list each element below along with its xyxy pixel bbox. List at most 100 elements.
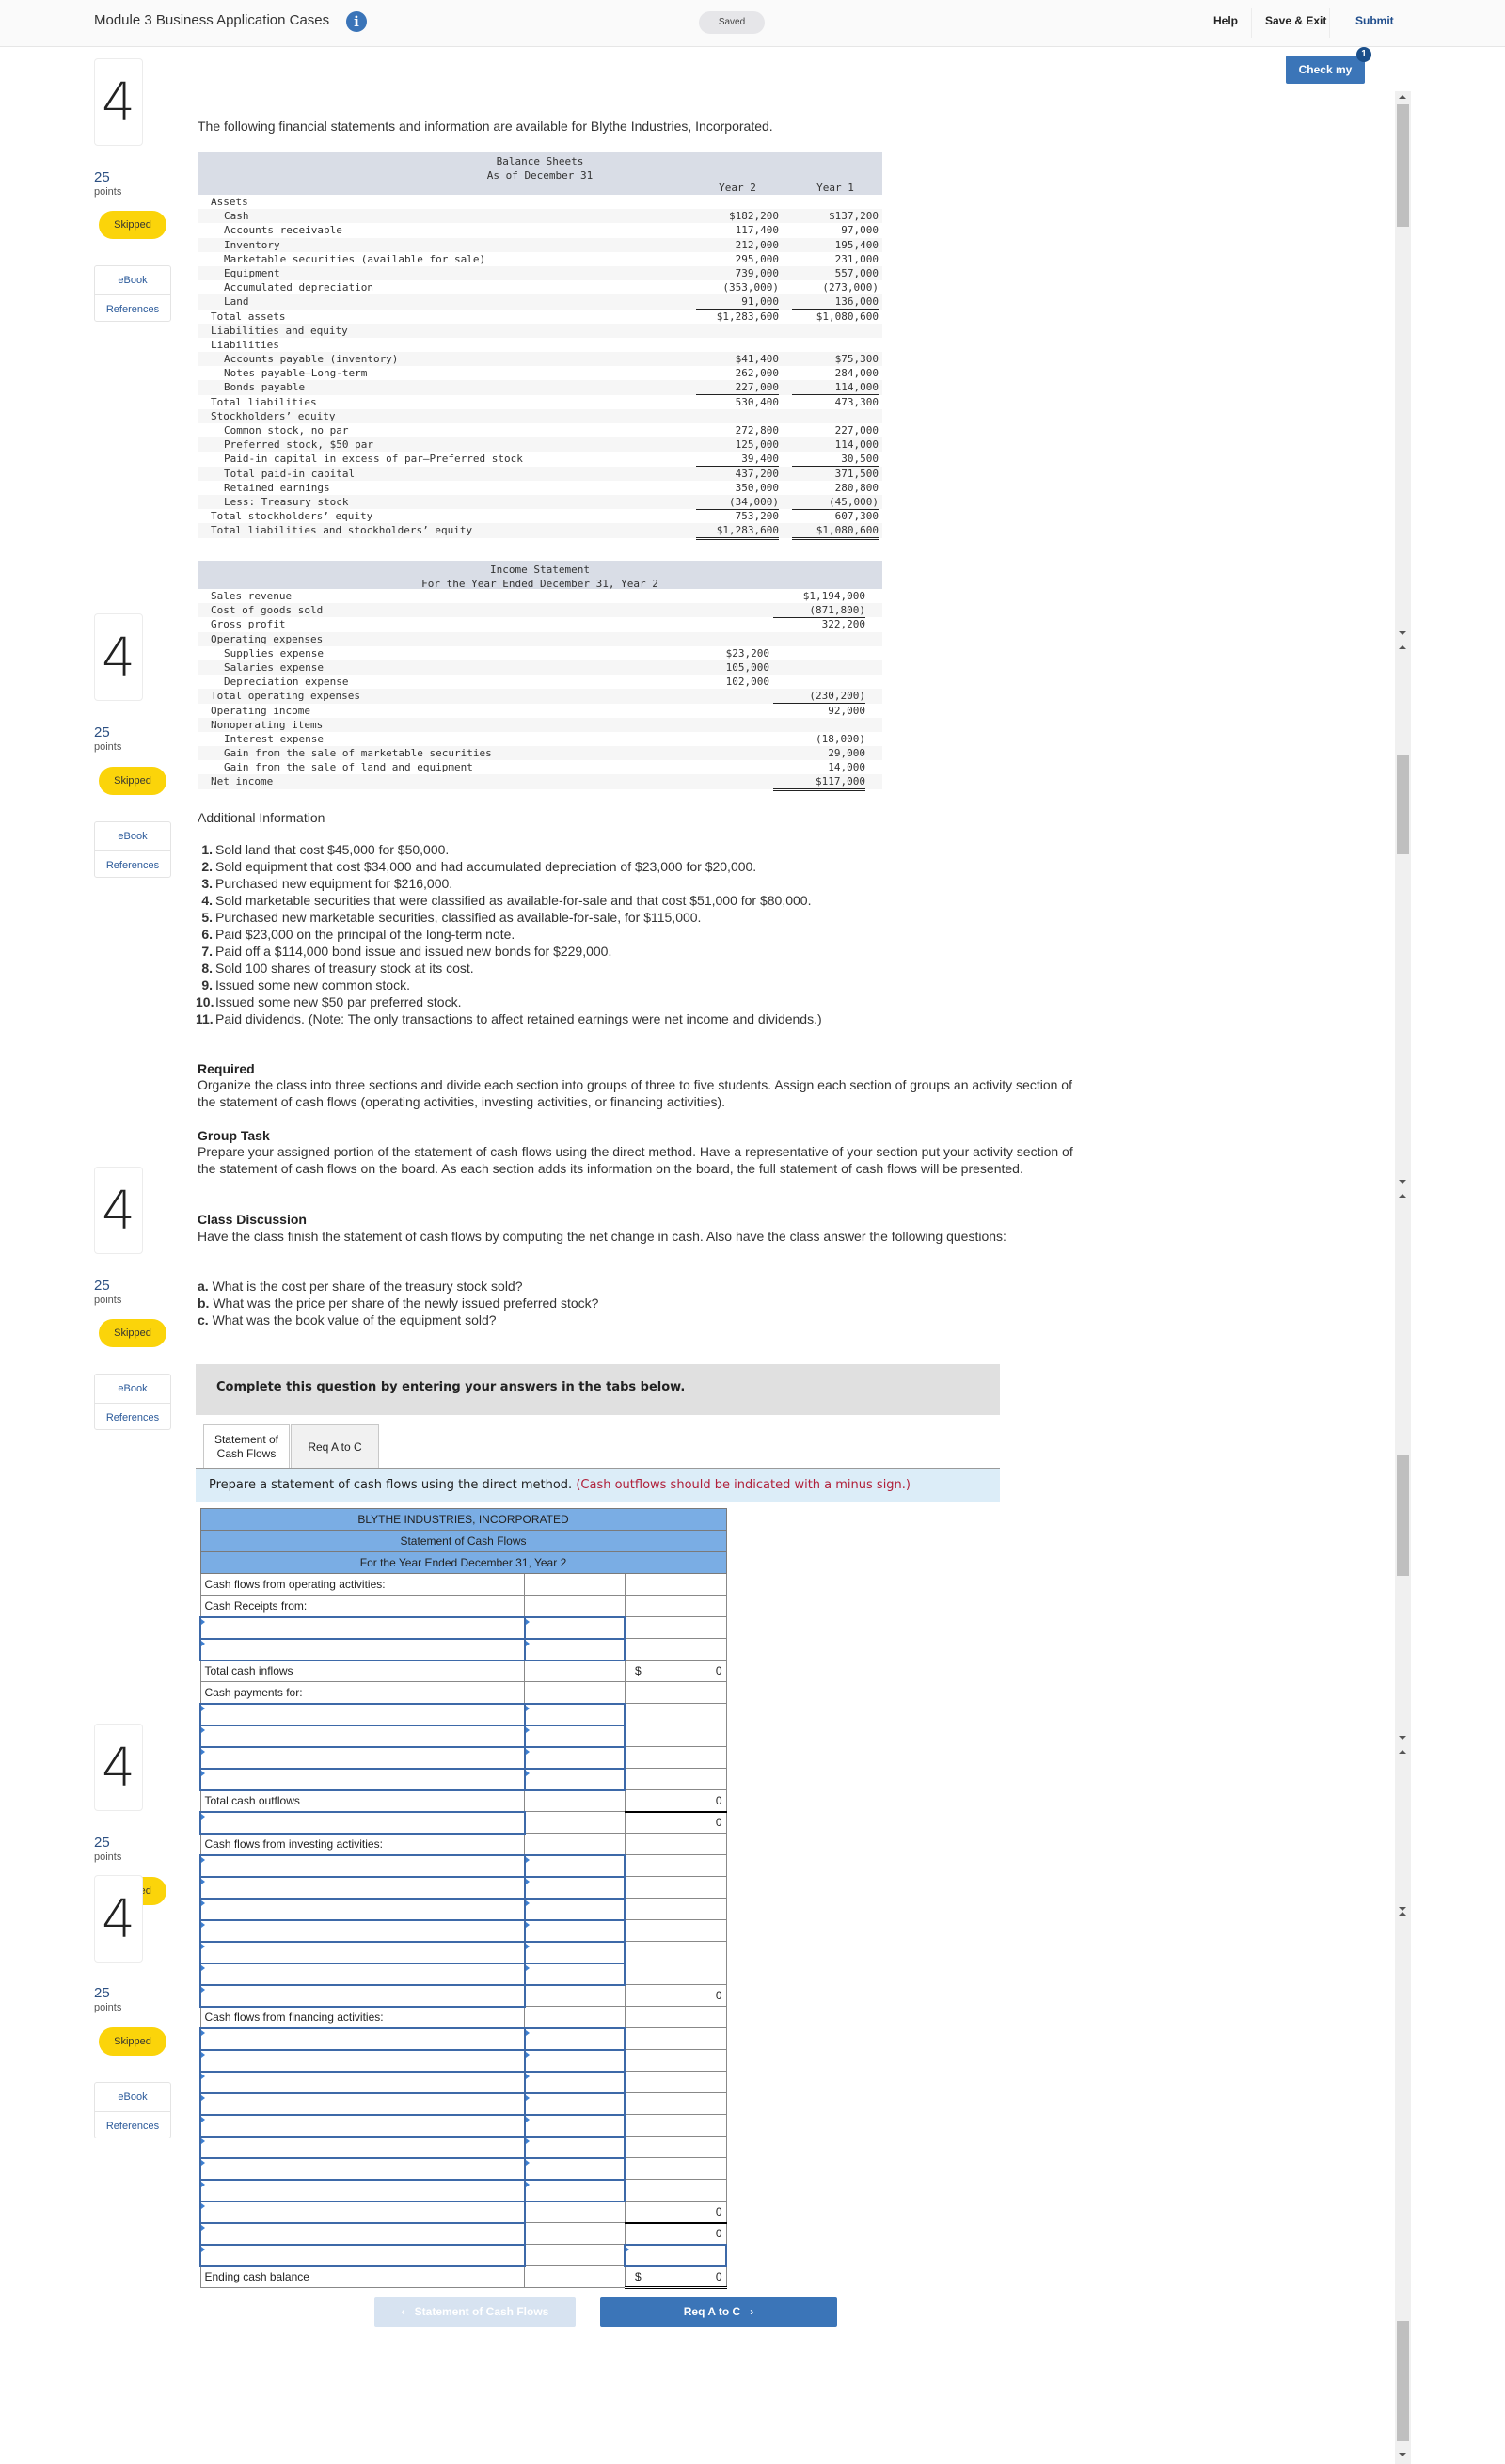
references-link[interactable]: References: [95, 1403, 170, 1431]
line-item-label-input[interactable]: [201, 2073, 524, 2091]
line-item-amount[interactable]: [523, 2135, 626, 2159]
amount-input[interactable]: [525, 2116, 625, 2135]
amount-input[interactable]: [525, 2051, 625, 2070]
line-item-label[interactable]: [199, 1897, 526, 1921]
ebook-link[interactable]: eBook: [95, 1375, 170, 1403]
amount-input[interactable]: [525, 1921, 625, 1940]
amount-input[interactable]: [525, 2138, 625, 2156]
line-item-label[interactable]: [199, 1637, 526, 1661]
subtotal-label-input[interactable]: [201, 2202, 524, 2221]
line-item-label-input[interactable]: [201, 2159, 524, 2178]
tab-req-a-to-c[interactable]: Req A to C: [291, 1424, 379, 1469]
amount-input[interactable]: [525, 1618, 625, 1637]
check-my-work-button[interactable]: Check my work: [1286, 56, 1365, 104]
subtotal-label[interactable]: [199, 1983, 526, 2008]
content-scrollbar[interactable]: [1395, 91, 1411, 2464]
line-item-amount[interactable]: [523, 1853, 626, 1878]
references-link[interactable]: References: [95, 294, 170, 323]
line-item-label[interactable]: [199, 1615, 526, 1640]
amount-input[interactable]: [525, 1964, 625, 1983]
amount-input[interactable]: [525, 1770, 625, 1788]
next-tab-button[interactable]: Req A to C ›: [600, 2297, 837, 2327]
line-item-label-input[interactable]: [201, 1618, 524, 1637]
amount-input[interactable]: [525, 1705, 625, 1724]
scroll-up-icon[interactable]: [1399, 95, 1406, 99]
ebook-link[interactable]: eBook: [95, 822, 170, 850]
line-item-amount[interactable]: [523, 2178, 626, 2202]
line-item-amount[interactable]: [523, 1940, 626, 1964]
line-item-label-input[interactable]: [201, 2051, 524, 2070]
amount-input[interactable]: [525, 2029, 625, 2048]
scroll-down-icon[interactable]: [1399, 1907, 1406, 1911]
line-item-amount[interactable]: [523, 2070, 626, 2094]
line-item-amount[interactable]: [523, 1962, 626, 1986]
line-item-label[interactable]: [199, 1745, 526, 1770]
line-item-label-input[interactable]: [201, 1900, 524, 1918]
amount-input[interactable]: [525, 2181, 625, 2200]
line-item-label-input[interactable]: [201, 1705, 524, 1724]
submit-link[interactable]: Submit: [1355, 14, 1394, 27]
line-item-amount[interactable]: [523, 1615, 626, 1640]
save-exit-link[interactable]: Save & Exit: [1265, 14, 1326, 27]
line-item-amount[interactable]: [523, 1637, 626, 1661]
amount-input[interactable]: [525, 2159, 625, 2178]
scrollbar-thumb[interactable]: [1397, 1455, 1409, 1576]
prev-tab-button[interactable]: ‹ Statement of Cash Flows: [374, 2297, 576, 2327]
amount-input[interactable]: [525, 1640, 625, 1659]
line-item-amount[interactable]: [523, 1724, 626, 1748]
line-item-label-input[interactable]: [201, 1770, 524, 1788]
amount-input[interactable]: [525, 2094, 625, 2113]
line-item-label-input[interactable]: [201, 1748, 524, 1767]
line-item-amount[interactable]: [523, 2113, 626, 2138]
line-item-label[interactable]: [199, 1918, 526, 1943]
amount-input[interactable]: [525, 1856, 625, 1875]
line-item-label-input[interactable]: [201, 2094, 524, 2113]
line-item-label[interactable]: [199, 2091, 526, 2116]
line-item-label-input[interactable]: [201, 2181, 524, 2200]
line-item-label-input[interactable]: [201, 2116, 524, 2135]
scroll-down-icon[interactable]: [1399, 1736, 1406, 1740]
scrollbar-thumb[interactable]: [1397, 104, 1409, 227]
line-item-label[interactable]: [199, 2113, 526, 2138]
info-icon[interactable]: i: [346, 11, 367, 32]
subtotal-label-input[interactable]: [201, 2224, 524, 2243]
subtotal-label[interactable]: [199, 2221, 526, 2246]
line-item-label[interactable]: [199, 2135, 526, 2159]
tab-statement-of-cash-flows[interactable]: Statement of Cash Flows: [203, 1424, 290, 1469]
line-item-label-input[interactable]: [201, 2029, 524, 2048]
line-item-amount[interactable]: [523, 2156, 626, 2181]
line-item-label[interactable]: [199, 1875, 526, 1900]
help-link[interactable]: Help: [1213, 14, 1238, 27]
line-item-label[interactable]: [199, 2027, 526, 2051]
question-number[interactable]: 4: [94, 1167, 143, 1254]
line-item-amount[interactable]: [523, 1702, 626, 1726]
line-item-amount[interactable]: [523, 2027, 626, 2051]
scroll-up-icon[interactable]: [1399, 1750, 1406, 1754]
question-number[interactable]: 4: [94, 58, 143, 146]
line-item-label-input[interactable]: [201, 2138, 524, 2156]
line-item-label[interactable]: [199, 2178, 526, 2202]
balance-label[interactable]: [199, 2243, 526, 2267]
beginning-balance-amount[interactable]: [624, 2243, 727, 2267]
scroll-down-icon[interactable]: [1399, 1180, 1406, 1184]
amount-input[interactable]: [525, 1900, 625, 1918]
line-item-label[interactable]: [199, 1853, 526, 1878]
line-item-label-input[interactable]: [201, 1878, 524, 1897]
line-item-label[interactable]: [199, 2156, 526, 2181]
amount-input[interactable]: [525, 1878, 625, 1897]
line-item-label[interactable]: [199, 1702, 526, 1726]
amount-input[interactable]: [525, 2073, 625, 2091]
line-item-amount[interactable]: [523, 1745, 626, 1770]
question-number[interactable]: 4: [94, 1875, 143, 1963]
line-item-label-input[interactable]: [201, 1640, 524, 1659]
line-item-label[interactable]: [199, 1940, 526, 1964]
references-link[interactable]: References: [95, 2111, 170, 2139]
line-item-label[interactable]: [199, 1724, 526, 1748]
scrollbar-thumb[interactable]: [1397, 755, 1409, 854]
line-item-amount[interactable]: [523, 1918, 626, 1943]
amount-input[interactable]: [525, 1943, 625, 1962]
amount-input[interactable]: [626, 2246, 725, 2265]
scroll-up-icon[interactable]: [1399, 645, 1406, 649]
ebook-link[interactable]: eBook: [95, 266, 170, 294]
subtotal-label[interactable]: [199, 2200, 526, 2224]
